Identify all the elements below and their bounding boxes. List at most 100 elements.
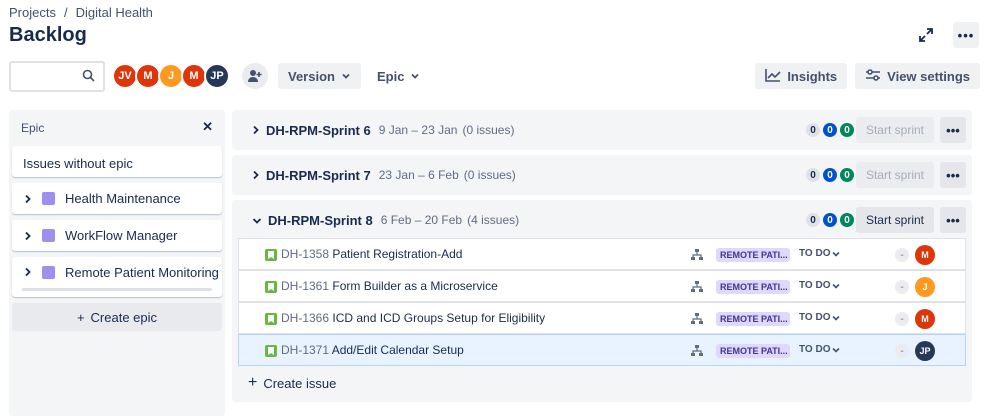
chevron-right-icon[interactable]	[24, 228, 32, 244]
story-points-estimate[interactable]: -	[895, 344, 909, 358]
issue-row[interactable]: DH-1371 Add/Edit Calendar Setup REMOTE P…	[238, 334, 966, 366]
story-points-estimate[interactable]: -	[895, 248, 909, 262]
version-label: Version	[288, 68, 335, 84]
settings-sliders-icon	[865, 68, 881, 85]
issue-summary: Add/Edit Calendar Setup	[331, 343, 464, 357]
sprint-status-counts: 0 0 0	[806, 168, 854, 182]
epic-lozenge[interactable]: REMOTE PATI...	[716, 248, 790, 262]
issue-row[interactable]: DH-1361 Form Builder as a Microservice R…	[238, 270, 966, 302]
sprint-container: DH-RPM-Sprint 7 23 Jan – 6 Feb (0 issues…	[232, 155, 972, 195]
search-input[interactable]	[9, 60, 105, 92]
create-epic-button[interactable]: + Create epic	[12, 303, 222, 331]
sprint-header[interactable]: DH-RPM-Sprint 8 6 Feb – 20 Feb (4 issues…	[232, 200, 972, 240]
issue-summary: Form Builder as a Microservice	[332, 279, 498, 293]
issue-key[interactable]: DH-1361	[281, 279, 329, 293]
epic-panel-title: Epic	[21, 121, 45, 135]
chevron-right-icon[interactable]	[252, 167, 260, 183]
chevron-right-icon[interactable]	[24, 191, 32, 207]
breadcrumb-separator: /	[63, 5, 68, 20]
breadcrumb-projects[interactable]: Projects	[9, 5, 56, 20]
issue-key[interactable]: DH-1358	[281, 247, 329, 261]
child-issues-icon[interactable]	[691, 344, 703, 360]
avatar[interactable]: JP	[204, 63, 230, 89]
status-dropdown[interactable]: TO DO	[799, 280, 841, 291]
sprint-more-button[interactable]: •••	[940, 162, 966, 188]
in-progress-count-badge: 0	[823, 168, 837, 182]
version-filter-button[interactable]: Version	[278, 63, 361, 89]
sprint-container: DH-RPM-Sprint 6 9 Jan – 23 Jan (0 issues…	[232, 110, 972, 150]
child-issues-icon[interactable]	[691, 248, 703, 264]
issues-without-epic[interactable]: Issues without epic	[12, 146, 222, 177]
start-sprint-button[interactable]: Start sprint	[855, 207, 934, 233]
sprint-issue-count: (4 issues)	[467, 213, 520, 227]
epic-panel: Epic ✕ Issues without epic Health Mainte…	[9, 110, 225, 416]
child-issues-icon[interactable]	[691, 312, 703, 328]
assignee-avatar[interactable]: M	[915, 309, 935, 329]
todo-count-badge: 0	[806, 213, 820, 227]
sprint-status-counts: 0 0 0	[806, 213, 854, 227]
status-dropdown[interactable]: TO DO	[799, 312, 841, 323]
issue-key[interactable]: DH-1366	[281, 311, 329, 325]
sprint-header[interactable]: DH-RPM-Sprint 6 9 Jan – 23 Jan (0 issues…	[232, 110, 972, 150]
in-progress-count-badge: 0	[823, 213, 837, 227]
close-icon[interactable]: ✕	[202, 119, 213, 135]
toolbar: JV M J M JP Version Epic	[9, 60, 430, 92]
chevron-down-icon	[832, 251, 841, 257]
epic-filter-button[interactable]: Epic	[367, 63, 430, 89]
epic-lozenge[interactable]: REMOTE PATI...	[716, 344, 790, 358]
view-settings-button[interactable]: View settings	[855, 63, 980, 89]
chevron-right-icon[interactable]	[24, 264, 32, 280]
story-points-estimate[interactable]: -	[895, 312, 909, 326]
issue-key[interactable]: DH-1371	[281, 343, 329, 357]
status-dropdown[interactable]: TO DO	[799, 248, 841, 259]
assignee-avatar[interactable]: J	[915, 277, 935, 297]
epic-item[interactable]: Remote Patient Monitoring	[12, 257, 222, 297]
create-issue-button[interactable]: + Create issue	[248, 374, 336, 392]
child-issues-icon[interactable]	[691, 280, 703, 296]
insights-label: Insights	[787, 68, 838, 84]
issue-row[interactable]: DH-1366 ICD and ICD Groups Setup for Eli…	[238, 302, 966, 334]
view-settings-label: View settings	[887, 68, 970, 84]
insights-button[interactable]: Insights	[755, 63, 848, 89]
add-people-button[interactable]	[242, 63, 268, 89]
assignee-avatar[interactable]: JP	[915, 341, 935, 361]
todo-count-badge: 0	[806, 123, 820, 137]
status-dropdown[interactable]: TO DO	[799, 344, 841, 355]
issue-row[interactable]: DH-1358 Patient Registration-Add REMOTE …	[238, 238, 966, 270]
chevron-down-icon	[832, 283, 841, 289]
sprint-header[interactable]: DH-RPM-Sprint 7 23 Jan – 6 Feb (0 issues…	[232, 155, 972, 195]
sprint-container: DH-RPM-Sprint 8 6 Feb – 20 Feb (4 issues…	[232, 200, 972, 402]
chevron-down-icon[interactable]	[252, 212, 262, 228]
sprint-status-counts: 0 0 0	[806, 123, 854, 137]
sprint-dates: 23 Jan – 6 Feb	[378, 168, 459, 182]
start-sprint-button[interactable]: Start sprint	[855, 117, 934, 143]
expand-icon[interactable]	[913, 22, 939, 48]
epic-lozenge[interactable]: REMOTE PATI...	[716, 280, 790, 294]
assignee-avatar[interactable]: M	[915, 245, 935, 265]
epic-item[interactable]: Health Maintenance	[12, 183, 222, 214]
sprint-issue-count: (0 issues)	[462, 123, 515, 137]
breadcrumb-digital-health[interactable]: Digital Health	[76, 5, 153, 20]
status-label: TO DO	[799, 248, 831, 259]
story-icon	[265, 249, 277, 261]
breadcrumb: Projects / Digital Health	[9, 5, 153, 20]
issue-summary: Patient Registration-Add	[332, 247, 463, 261]
plus-icon: +	[76, 309, 85, 325]
status-label: TO DO	[799, 312, 831, 323]
story-icon	[265, 345, 277, 357]
start-sprint-button[interactable]: Start sprint	[855, 162, 934, 188]
in-progress-count-badge: 0	[823, 123, 837, 137]
sprint-more-button[interactable]: •••	[940, 207, 966, 233]
epic-item[interactable]: WorkFlow Manager	[12, 220, 222, 251]
add-person-icon	[248, 70, 262, 82]
more-actions-button[interactable]: •••	[953, 22, 979, 48]
epic-lozenge[interactable]: REMOTE PATI...	[716, 312, 790, 326]
sprint-more-button[interactable]: •••	[940, 117, 966, 143]
avatar-group: JV M J M JP	[112, 63, 230, 89]
chevron-right-icon[interactable]	[252, 122, 260, 138]
chevron-down-icon	[832, 347, 841, 353]
story-points-estimate[interactable]: -	[895, 280, 909, 294]
epic-color-swatch	[42, 229, 55, 242]
done-count-badge: 0	[840, 168, 854, 182]
todo-count-badge: 0	[806, 168, 820, 182]
